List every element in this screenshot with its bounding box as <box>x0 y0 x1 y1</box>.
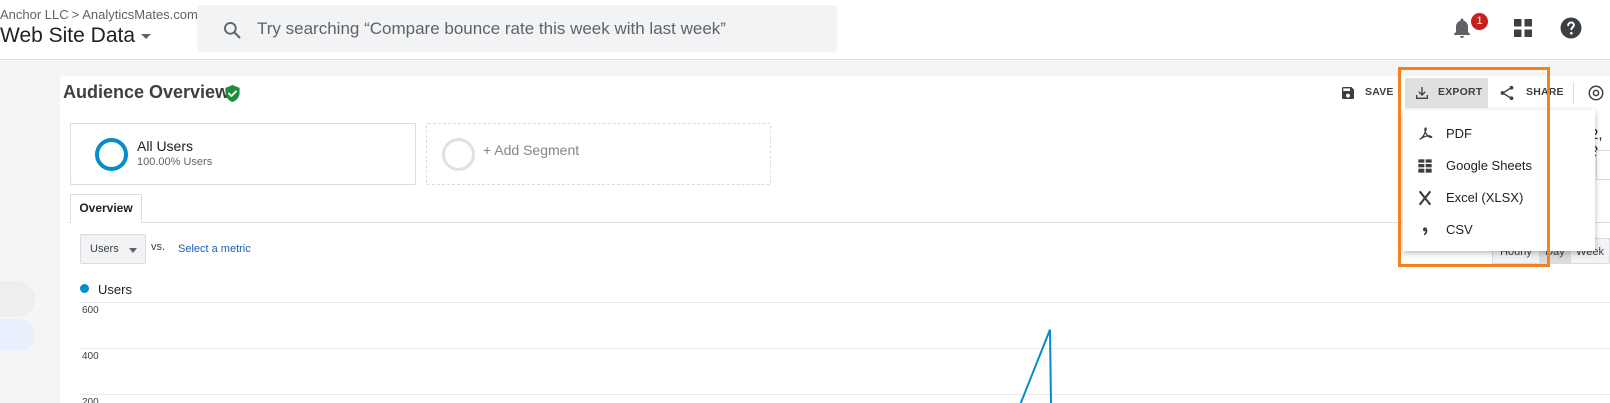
legend-color-dot <box>80 284 89 293</box>
save-button[interactable]: SAVE <box>1365 86 1394 98</box>
insights-icon[interactable] <box>1587 84 1605 102</box>
sidebar-item[interactable] <box>0 281 35 317</box>
toolbar-divider <box>1573 82 1574 104</box>
view-selector[interactable]: Web Site Data <box>0 24 152 48</box>
download-icon <box>1416 87 1428 99</box>
breadcrumb-property[interactable]: AnalyticsMates.com <box>82 7 198 22</box>
tab-bar-divider <box>68 222 1610 223</box>
share-button[interactable]: SHARE <box>1526 86 1564 98</box>
help-icon[interactable] <box>1559 16 1583 40</box>
date-picker-edge <box>1596 150 1610 180</box>
legend-label: Users <box>98 282 132 297</box>
gridline <box>80 348 1610 349</box>
apps-grid-icon[interactable] <box>1511 16 1535 40</box>
breadcrumb-account[interactable]: Anchor LLC <box>0 7 69 22</box>
export-menu-label: CSV <box>1446 222 1473 237</box>
pdf-icon <box>1419 127 1433 140</box>
search-bar[interactable] <box>197 5 837 52</box>
verified-shield-icon <box>225 85 240 102</box>
top-bar: Anchor LLC > AnalyticsMates.com Web Site D… <box>0 0 1610 60</box>
add-segment-button[interactable]: + Add Segment <box>426 123 771 185</box>
search-input[interactable] <box>257 17 817 41</box>
sidebar-item-active[interactable] <box>0 319 35 351</box>
tab-overview[interactable]: Overview <box>70 194 142 223</box>
export-menu-label: Google Sheets <box>1446 158 1533 173</box>
save-icon[interactable] <box>1340 85 1356 101</box>
excel-icon <box>1418 190 1432 206</box>
export-menu-item-pdf[interactable]: PDF <box>1403 118 1595 150</box>
metric-select-value: Users <box>90 243 119 255</box>
search-icon <box>224 22 241 39</box>
empty-segment-ring-icon <box>442 138 475 171</box>
segment-all-users[interactable]: All Users 100.00% Users <box>70 123 416 185</box>
breadcrumb[interactable]: Anchor LLC > AnalyticsMates.com <box>0 7 198 22</box>
csv-icon <box>1423 227 1428 236</box>
y-tick-label: 600 <box>82 305 99 316</box>
segment-subtitle: 100.00% Users <box>137 156 213 168</box>
caret-down-icon <box>141 33 152 39</box>
google-sheets-icon <box>1418 159 1432 173</box>
export-menu: PDF Google Sheets Excel (XLSX) CSV <box>1403 110 1595 251</box>
export-menu-label: Excel (XLSX) <box>1446 190 1524 205</box>
vs-label: vs. <box>151 241 166 253</box>
segment-ring-icon <box>95 138 128 171</box>
export-menu-item-excel[interactable]: Excel (XLSX) <box>1403 182 1595 214</box>
export-label: EXPORT <box>1438 86 1483 98</box>
export-menu-label: PDF <box>1446 126 1472 141</box>
metric-select[interactable]: Users <box>80 234 146 264</box>
chevron-down-icon <box>129 248 137 253</box>
share-icon[interactable] <box>1498 84 1516 102</box>
y-tick-label: 200 <box>82 397 99 403</box>
export-menu-item-google-sheets[interactable]: Google Sheets <box>1403 150 1595 182</box>
notification-badge: 1 <box>1471 13 1488 30</box>
segment-name: All Users <box>137 138 194 154</box>
export-button[interactable]: EXPORT <box>1405 78 1488 108</box>
export-menu-item-csv[interactable]: CSV <box>1403 214 1595 246</box>
breadcrumb-separator: > <box>71 7 80 22</box>
gridline <box>80 394 1610 395</box>
add-segment-label: + Add Segment <box>483 142 580 158</box>
view-name: Web Site Data <box>0 24 136 47</box>
y-tick-label: 400 <box>82 351 99 362</box>
select-metric-link[interactable]: Select a metric <box>178 243 251 255</box>
gridline <box>80 302 1610 303</box>
report-title: Audience Overview <box>63 82 230 102</box>
app-root: Anchor LLC > AnalyticsMates.com Web Site D… <box>0 0 1610 403</box>
